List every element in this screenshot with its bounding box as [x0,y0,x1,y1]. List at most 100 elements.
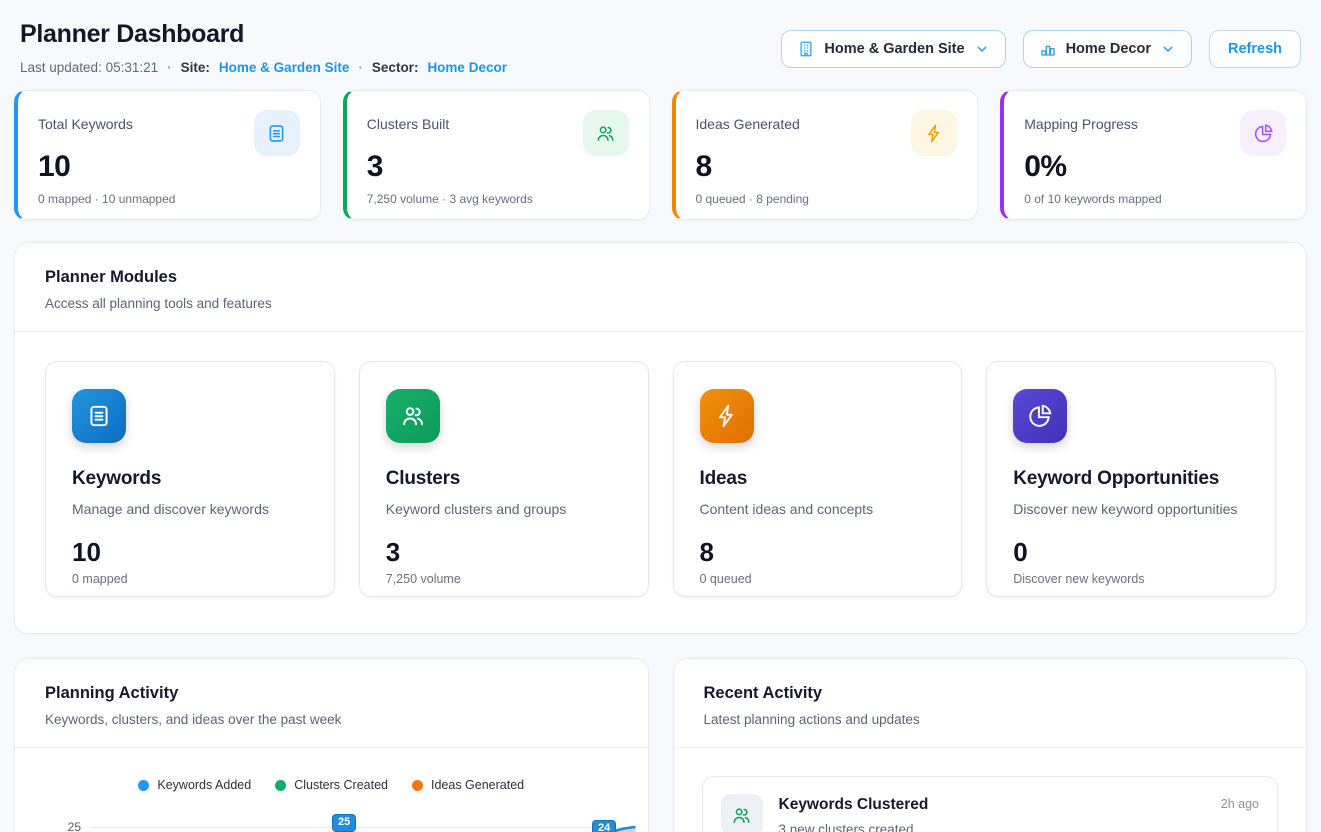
bottom-row: Planning Activity Keywords, clusters, an… [14,658,1307,832]
site-selector-label: Home & Garden Site [824,41,964,57]
module-subtext: 0 mapped [72,572,308,586]
stat-subtext: 7,250 volume · 3 avg keywords [367,192,629,206]
site-label: Site: [181,60,210,75]
module-title: Keyword Opportunities [1013,468,1249,490]
module-card-ideas[interactable]: Ideas Content ideas and concepts 8 0 que… [673,361,963,597]
chart-legend: Keywords Added Clusters Created Ideas Ge… [15,778,648,792]
planner-dashboard-page: Planner Dashboard Last updated: 05:31:21… [0,0,1321,832]
module-subtext: 0 queued [700,572,936,586]
module-description: Manage and discover keywords [72,501,308,517]
header-left: Planner Dashboard Last updated: 05:31:21… [20,20,507,75]
stat-card-mapping-progress: Mapping Progress 0% 0 of 10 keywords map… [1000,90,1307,220]
building-icon [797,40,815,58]
recent-activity-header: Recent Activity Latest planning actions … [674,659,1307,748]
legend-label: Ideas Generated [431,778,524,792]
bolt-icon [911,110,957,156]
data-point-label: 25 [332,814,356,832]
stat-card-clusters-built: Clusters Built 3 7,250 volume · 3 avg ke… [343,90,650,220]
module-card-keyword-opportunities[interactable]: Keyword Opportunities Discover new keywo… [986,361,1276,597]
keywords-added-series [91,806,636,832]
refresh-button[interactable]: Refresh [1209,30,1301,68]
module-description: Discover new keyword opportunities [1013,501,1249,517]
stat-label: Clusters Built [367,110,449,132]
stat-subtext: 0 of 10 keywords mapped [1024,192,1286,206]
stat-label: Mapping Progress [1024,110,1138,132]
module-title: Ideas [700,468,936,490]
stat-card-total-keywords: Total Keywords 10 0 mapped · 10 unmapped [14,90,321,220]
section-title: Recent Activity [704,684,1277,703]
pie-chart-icon [1240,110,1286,156]
module-card-keywords[interactable]: Keywords Manage and discover keywords 10… [45,361,335,597]
chevron-down-icon [1160,41,1176,57]
separator-dot: · [167,60,172,75]
users-icon [721,794,763,832]
stat-label: Ideas Generated [696,110,800,132]
planning-activity-chart: 25 25 24 [15,806,648,832]
module-title: Keywords [72,468,308,490]
module-value: 3 [386,537,622,568]
planner-modules-panel: Planner Modules Access all planning tool… [14,242,1307,634]
legend-dot-icon [412,780,423,791]
legend-dot-icon [138,780,149,791]
document-icon [254,110,300,156]
section-subtitle: Keywords, clusters, and ideas over the p… [45,712,618,727]
recent-activity-panel: Recent Activity Latest planning actions … [673,658,1308,832]
header-controls: Home & Garden Site Home Decor Refresh [781,30,1301,68]
pie-chart-icon [1013,389,1067,443]
site-selector-dropdown[interactable]: Home & Garden Site [781,30,1005,68]
legend-label: Keywords Added [157,778,251,792]
data-point-label: 24 [592,820,616,832]
last-updated-text: Last updated: 05:31:21 [20,60,158,75]
users-icon [583,110,629,156]
site-link[interactable]: Home & Garden Site [219,60,350,75]
modules-grid: Keywords Manage and discover keywords 10… [15,332,1306,633]
stat-subtext: 0 queued · 8 pending [696,192,958,206]
legend-dot-icon [275,780,286,791]
chevron-down-icon [974,41,990,57]
page-header: Planner Dashboard Last updated: 05:31:21… [14,0,1307,75]
stat-card-ideas-generated: Ideas Generated 8 0 queued · 8 pending [672,90,979,220]
activity-timestamp: 2h ago [1221,794,1259,811]
legend-item-ideas-generated: Ideas Generated [412,778,524,792]
stat-value: 0% [1024,150,1286,184]
y-axis-tick: 25 [59,820,81,832]
module-subtext: 7,250 volume [386,572,622,586]
sector-selector-label: Home Decor [1066,41,1151,57]
legend-label: Clusters Created [294,778,388,792]
section-subtitle: Access all planning tools and features [45,296,1276,311]
activity-item-body: Keywords Clustered 3 new clusters create… [779,794,1205,832]
stat-value: 10 [38,150,300,184]
activity-list-item: Keywords Clustered 3 new clusters create… [702,776,1279,832]
section-title: Planning Activity [45,684,618,703]
page-title: Planner Dashboard [20,20,507,49]
stat-value: 3 [367,150,629,184]
module-value: 0 [1013,537,1249,568]
module-description: Keyword clusters and groups [386,501,622,517]
module-description: Content ideas and concepts [700,501,936,517]
legend-item-keywords-added: Keywords Added [138,778,251,792]
document-icon [72,389,126,443]
planning-activity-panel: Planning Activity Keywords, clusters, an… [14,658,649,832]
planning-activity-header: Planning Activity Keywords, clusters, an… [15,659,648,748]
header-meta: Last updated: 05:31:21 · Site: Home & Ga… [20,60,507,75]
sector-link[interactable]: Home Decor [427,60,507,75]
module-value: 10 [72,537,308,568]
stat-subtext: 0 mapped · 10 unmapped [38,192,300,206]
module-subtext: Discover new keywords [1013,572,1249,586]
users-icon [386,389,440,443]
bar-chart-icon [1039,40,1057,58]
section-title: Planner Modules [45,268,1276,287]
module-title: Clusters [386,468,622,490]
module-card-clusters[interactable]: Clusters Keyword clusters and groups 3 7… [359,361,649,597]
sector-selector-dropdown[interactable]: Home Decor [1023,30,1192,68]
stats-row: Total Keywords 10 0 mapped · 10 unmapped… [14,90,1307,220]
activity-description: 3 new clusters created [779,822,1205,832]
sector-label: Sector: [372,60,419,75]
module-value: 8 [700,537,936,568]
separator-dot: · [358,60,363,75]
section-subtitle: Latest planning actions and updates [704,712,1277,727]
stat-label: Total Keywords [38,110,133,132]
activity-title: Keywords Clustered [779,794,1205,814]
planner-modules-header: Planner Modules Access all planning tool… [15,243,1306,332]
stat-value: 8 [696,150,958,184]
